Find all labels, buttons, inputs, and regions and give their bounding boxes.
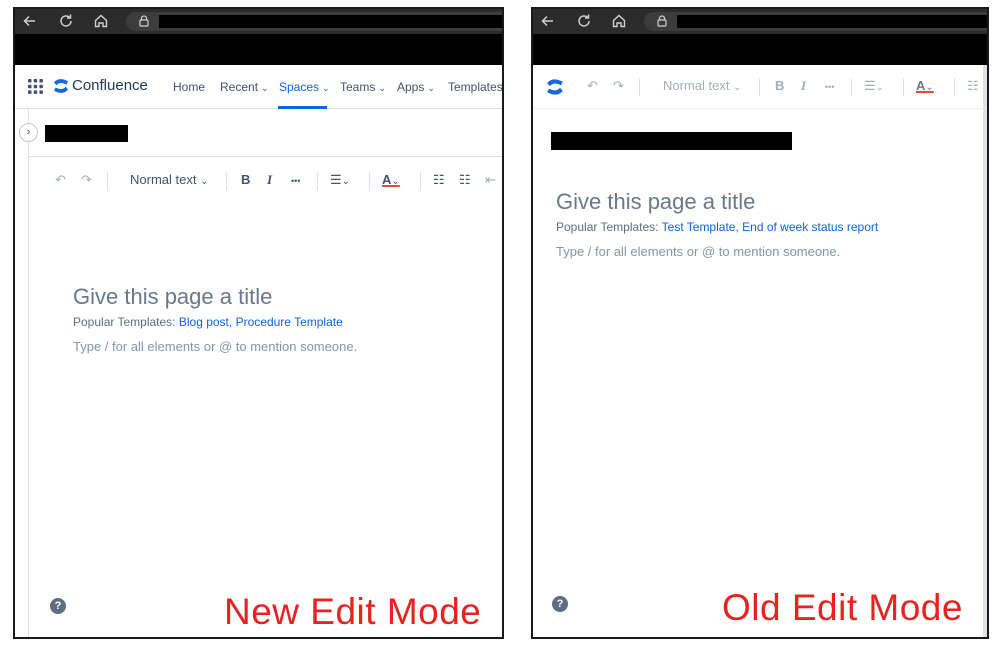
nav-templates[interactable]: Templates (448, 80, 502, 94)
text-color-dropdown[interactable]: A⌄ (382, 172, 400, 187)
breadcrumb-redacted (551, 132, 792, 150)
toolbar-divider (317, 172, 318, 190)
toolbar-divider (954, 78, 955, 96)
bold-button[interactable]: B (241, 172, 250, 187)
nav-teams[interactable]: Teams ⌄ (340, 80, 386, 94)
numbered-list-button[interactable]: ☷ (459, 172, 471, 188)
chevron-down-icon: ⌄ (378, 83, 386, 93)
url-redacted (159, 15, 502, 28)
chevron-down-icon: ⌄ (322, 83, 330, 93)
url-redacted (677, 15, 987, 28)
mode-caption: New Edit Mode (224, 591, 482, 632)
home-icon[interactable] (610, 12, 628, 30)
text-color-dropdown[interactable]: A⌄ (916, 78, 934, 93)
alignment-dropdown[interactable]: ☰⌄ (330, 172, 350, 188)
template-link[interactable]: Procedure Template (236, 315, 343, 329)
undo-button[interactable]: ↶ (587, 78, 598, 94)
toolbar-divider (420, 172, 421, 190)
browser-toolbar (533, 9, 987, 34)
align-left-icon: ☰ (330, 172, 342, 187)
chevron-down-icon: ⌄ (427, 83, 435, 93)
editor-toolbar: ↶ ↷ Normal text ⌄ B I ••• ☰⌄ A⌄ ☷ ☷ ⇤ (15, 168, 502, 194)
address-bar[interactable] (126, 12, 502, 31)
toolbar-divider (107, 172, 108, 190)
template-link[interactable]: End of week status report (742, 220, 878, 234)
italic-button[interactable]: I (801, 78, 806, 94)
reload-icon[interactable] (57, 12, 75, 30)
bullet-list-button[interactable]: ☷ (967, 78, 979, 94)
page-title-input[interactable]: Give this page a title (73, 284, 272, 310)
confluence-brand[interactable]: Confluence (72, 77, 148, 94)
alignment-dropdown[interactable]: ☰⌄ (864, 78, 884, 94)
home-icon[interactable] (92, 12, 110, 30)
help-icon[interactable]: ? (552, 596, 568, 612)
browser-toolbar (15, 9, 502, 34)
app-grid-icon[interactable] (28, 79, 43, 94)
editor-toolbar-row: ↶ ↷ Normal text ⌄ B I ••• ☰⌄ A⌄ ☷ (533, 65, 987, 109)
bold-button[interactable]: B (775, 78, 784, 93)
align-left-icon: ☰ (864, 78, 876, 93)
confluence-top-nav: Confluence Home Recent ⌄ Spaces ⌄ Teams ⌄ A… (15, 65, 502, 109)
mode-caption: Old Edit Mode (722, 587, 963, 628)
toolbar-divider (369, 172, 370, 190)
italic-button[interactable]: I (267, 172, 272, 188)
breadcrumb-redacted (45, 125, 128, 142)
editor-toolbar: ↶ ↷ Normal text ⌄ B I ••• ☰⌄ A⌄ ☷ (533, 74, 987, 100)
confluence-logo-icon[interactable] (53, 77, 69, 95)
back-arrow-icon[interactable] (539, 12, 557, 30)
reload-icon[interactable] (575, 12, 593, 30)
toolbar-divider (759, 78, 760, 96)
active-tab-indicator (278, 106, 327, 109)
editor-divider (29, 156, 502, 157)
more-formatting-button[interactable]: ••• (825, 82, 834, 92)
lock-icon (657, 15, 667, 27)
template-link[interactable]: Blog post (179, 315, 229, 329)
toolbar-divider (851, 78, 852, 96)
text-color-icon: A (916, 78, 926, 93)
redo-button[interactable]: ↷ (81, 172, 92, 188)
text-color-icon: A (382, 172, 392, 187)
nav-spaces[interactable]: Spaces ⌄ (279, 80, 330, 94)
toolbar-divider (226, 172, 227, 190)
lock-icon (139, 15, 149, 27)
new-edit-mode-panel: Confluence Home Recent ⌄ Spaces ⌄ Teams ⌄ A… (13, 7, 504, 639)
toolbar-divider (903, 78, 904, 96)
nav-apps[interactable]: Apps ⌄ (397, 80, 435, 94)
address-bar[interactable] (644, 12, 987, 31)
bullet-list-button[interactable]: ☷ (433, 172, 445, 188)
old-edit-mode-panel: ↶ ↷ Normal text ⌄ B I ••• ☰⌄ A⌄ ☷ Give t… (531, 7, 989, 639)
redacted-strip (533, 34, 987, 65)
chevron-down-icon: ⌄ (200, 176, 209, 187)
text-style-dropdown[interactable]: Normal text ⌄ (130, 172, 208, 187)
nav-recent[interactable]: Recent ⌄ (220, 80, 269, 94)
toolbar-divider (639, 78, 640, 96)
redacted-strip (15, 34, 502, 65)
outdent-button[interactable]: ⇤ (485, 172, 496, 188)
chevron-down-icon: ⌄ (733, 82, 742, 93)
popular-templates: Popular Templates: Test Template, End of… (556, 220, 879, 234)
text-style-dropdown[interactable]: Normal text ⌄ (663, 78, 741, 93)
editor-body-placeholder[interactable]: Type / for all elements or @ to mention … (73, 339, 357, 354)
editor-body-placeholder[interactable]: Type / for all elements or @ to mention … (556, 244, 840, 259)
page-title-input[interactable]: Give this page a title (556, 189, 755, 215)
template-link[interactable]: Test Template (662, 220, 736, 234)
back-arrow-icon[interactable] (21, 12, 39, 30)
chevron-down-icon: ⌄ (261, 83, 269, 93)
popular-templates: Popular Templates: Blog post, Procedure … (73, 315, 343, 329)
more-formatting-button[interactable]: ••• (291, 176, 300, 186)
help-icon[interactable]: ? (50, 598, 66, 614)
expand-sidebar-button[interactable]: › (19, 123, 38, 142)
undo-button[interactable]: ↶ (55, 172, 66, 188)
nav-home[interactable]: Home (173, 80, 205, 94)
redo-button[interactable]: ↷ (613, 78, 624, 94)
scrollbar-track[interactable] (983, 65, 987, 637)
